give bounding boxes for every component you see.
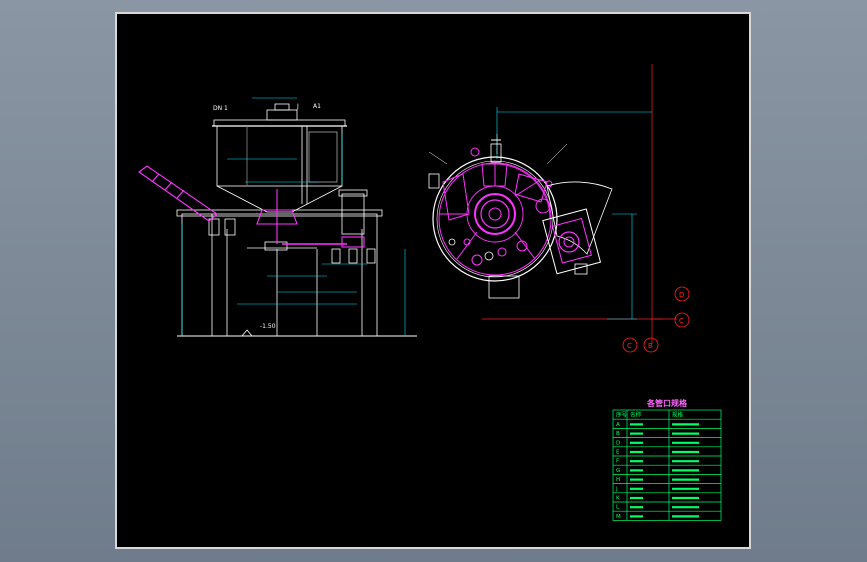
manhole-cap xyxy=(274,103,290,111)
front-view-dimensions xyxy=(181,97,406,336)
inclined-feeder xyxy=(138,165,218,222)
support-frame xyxy=(181,213,378,337)
support-leg xyxy=(348,248,358,264)
cad-drawing[interactable]: DN 1 J A1 -1.50 D C C B 各管口规格 序号 名称 规格AB… xyxy=(117,14,749,547)
support-leg xyxy=(366,248,376,264)
balloon-label: D xyxy=(679,291,684,299)
nozzle xyxy=(428,173,440,189)
tank-shell xyxy=(216,125,343,187)
spoke xyxy=(514,231,536,260)
nozzle xyxy=(490,143,502,163)
nozzle-box xyxy=(488,275,520,299)
spoke xyxy=(514,178,543,197)
motor-cap xyxy=(338,189,368,197)
balloon-label: B xyxy=(648,342,653,350)
plan-dimensions xyxy=(496,107,652,320)
table-cell: F xyxy=(616,459,619,465)
table-cell: A xyxy=(616,422,620,428)
platform-deck xyxy=(176,209,383,217)
table-header-cell: 规格 xyxy=(672,411,684,419)
feeder-flange xyxy=(176,189,185,199)
port-circle xyxy=(497,247,507,257)
table-cell: G xyxy=(616,468,620,474)
table-cell: D xyxy=(616,440,620,446)
front-view-equipment xyxy=(138,165,365,248)
table-cell: L xyxy=(616,505,620,511)
drive-foot xyxy=(574,263,588,275)
table-cell: J xyxy=(615,486,618,492)
table-title: 各管口规格 xyxy=(646,398,688,408)
nozzle-table: 各管口规格 序号 名称 规格 ABDEFGHJKLM xyxy=(612,398,722,521)
leader xyxy=(546,143,568,165)
table-header-cell: 名称 xyxy=(630,411,642,419)
front-view-labels: DN 1 J A1 -1.50 xyxy=(213,103,321,330)
label-dn: DN 1 xyxy=(213,105,228,112)
port-circle xyxy=(448,238,456,246)
agitator-shaft-circle xyxy=(488,207,502,221)
leader xyxy=(428,151,448,165)
support-leg xyxy=(224,218,236,236)
elevation-mark xyxy=(241,329,253,337)
inner-baffle xyxy=(308,131,338,183)
port-circle xyxy=(470,147,480,157)
plan-vessel xyxy=(428,139,558,299)
manhole xyxy=(266,109,298,121)
plan-drive-assembly xyxy=(542,181,613,275)
port-circle xyxy=(471,254,483,266)
gearbox xyxy=(341,236,365,248)
table-cell: E xyxy=(616,450,620,456)
balloon-label: C xyxy=(679,317,684,325)
agitator-core xyxy=(480,199,510,229)
tank-cone xyxy=(216,185,343,213)
balloon-label: C xyxy=(627,342,632,350)
cad-viewport[interactable]: DN 1 J A1 -1.50 D C C B 各管口规格 序号 名称 规格 A… xyxy=(0,0,867,562)
front-elevation-view xyxy=(176,103,417,337)
feeder-flange xyxy=(164,181,173,191)
blade xyxy=(442,173,470,221)
table-cell: B xyxy=(616,431,620,437)
table-cell: M xyxy=(616,514,621,520)
feeder-flange xyxy=(151,173,160,183)
plan-balloons: D C C B xyxy=(622,286,690,353)
plan-leaders xyxy=(428,134,568,165)
table-cell: H xyxy=(616,477,620,483)
support-leg xyxy=(208,218,220,236)
support-leg xyxy=(331,248,341,264)
port-circle xyxy=(484,251,494,261)
label-a1: A1 xyxy=(313,103,321,110)
port-circle xyxy=(535,198,551,214)
label-elevation: -1.50 xyxy=(260,323,276,330)
gearbox-outline xyxy=(551,217,592,264)
table-cell: K xyxy=(616,496,620,502)
tank-cover xyxy=(213,119,346,127)
motor-circle xyxy=(558,231,580,253)
table-header-cell: 序号 xyxy=(616,411,628,419)
drawing-sheet[interactable]: DN 1 J A1 -1.50 D C C B 各管口规格 序号 名称 规格 A… xyxy=(115,12,751,549)
label-j: J xyxy=(296,103,299,110)
